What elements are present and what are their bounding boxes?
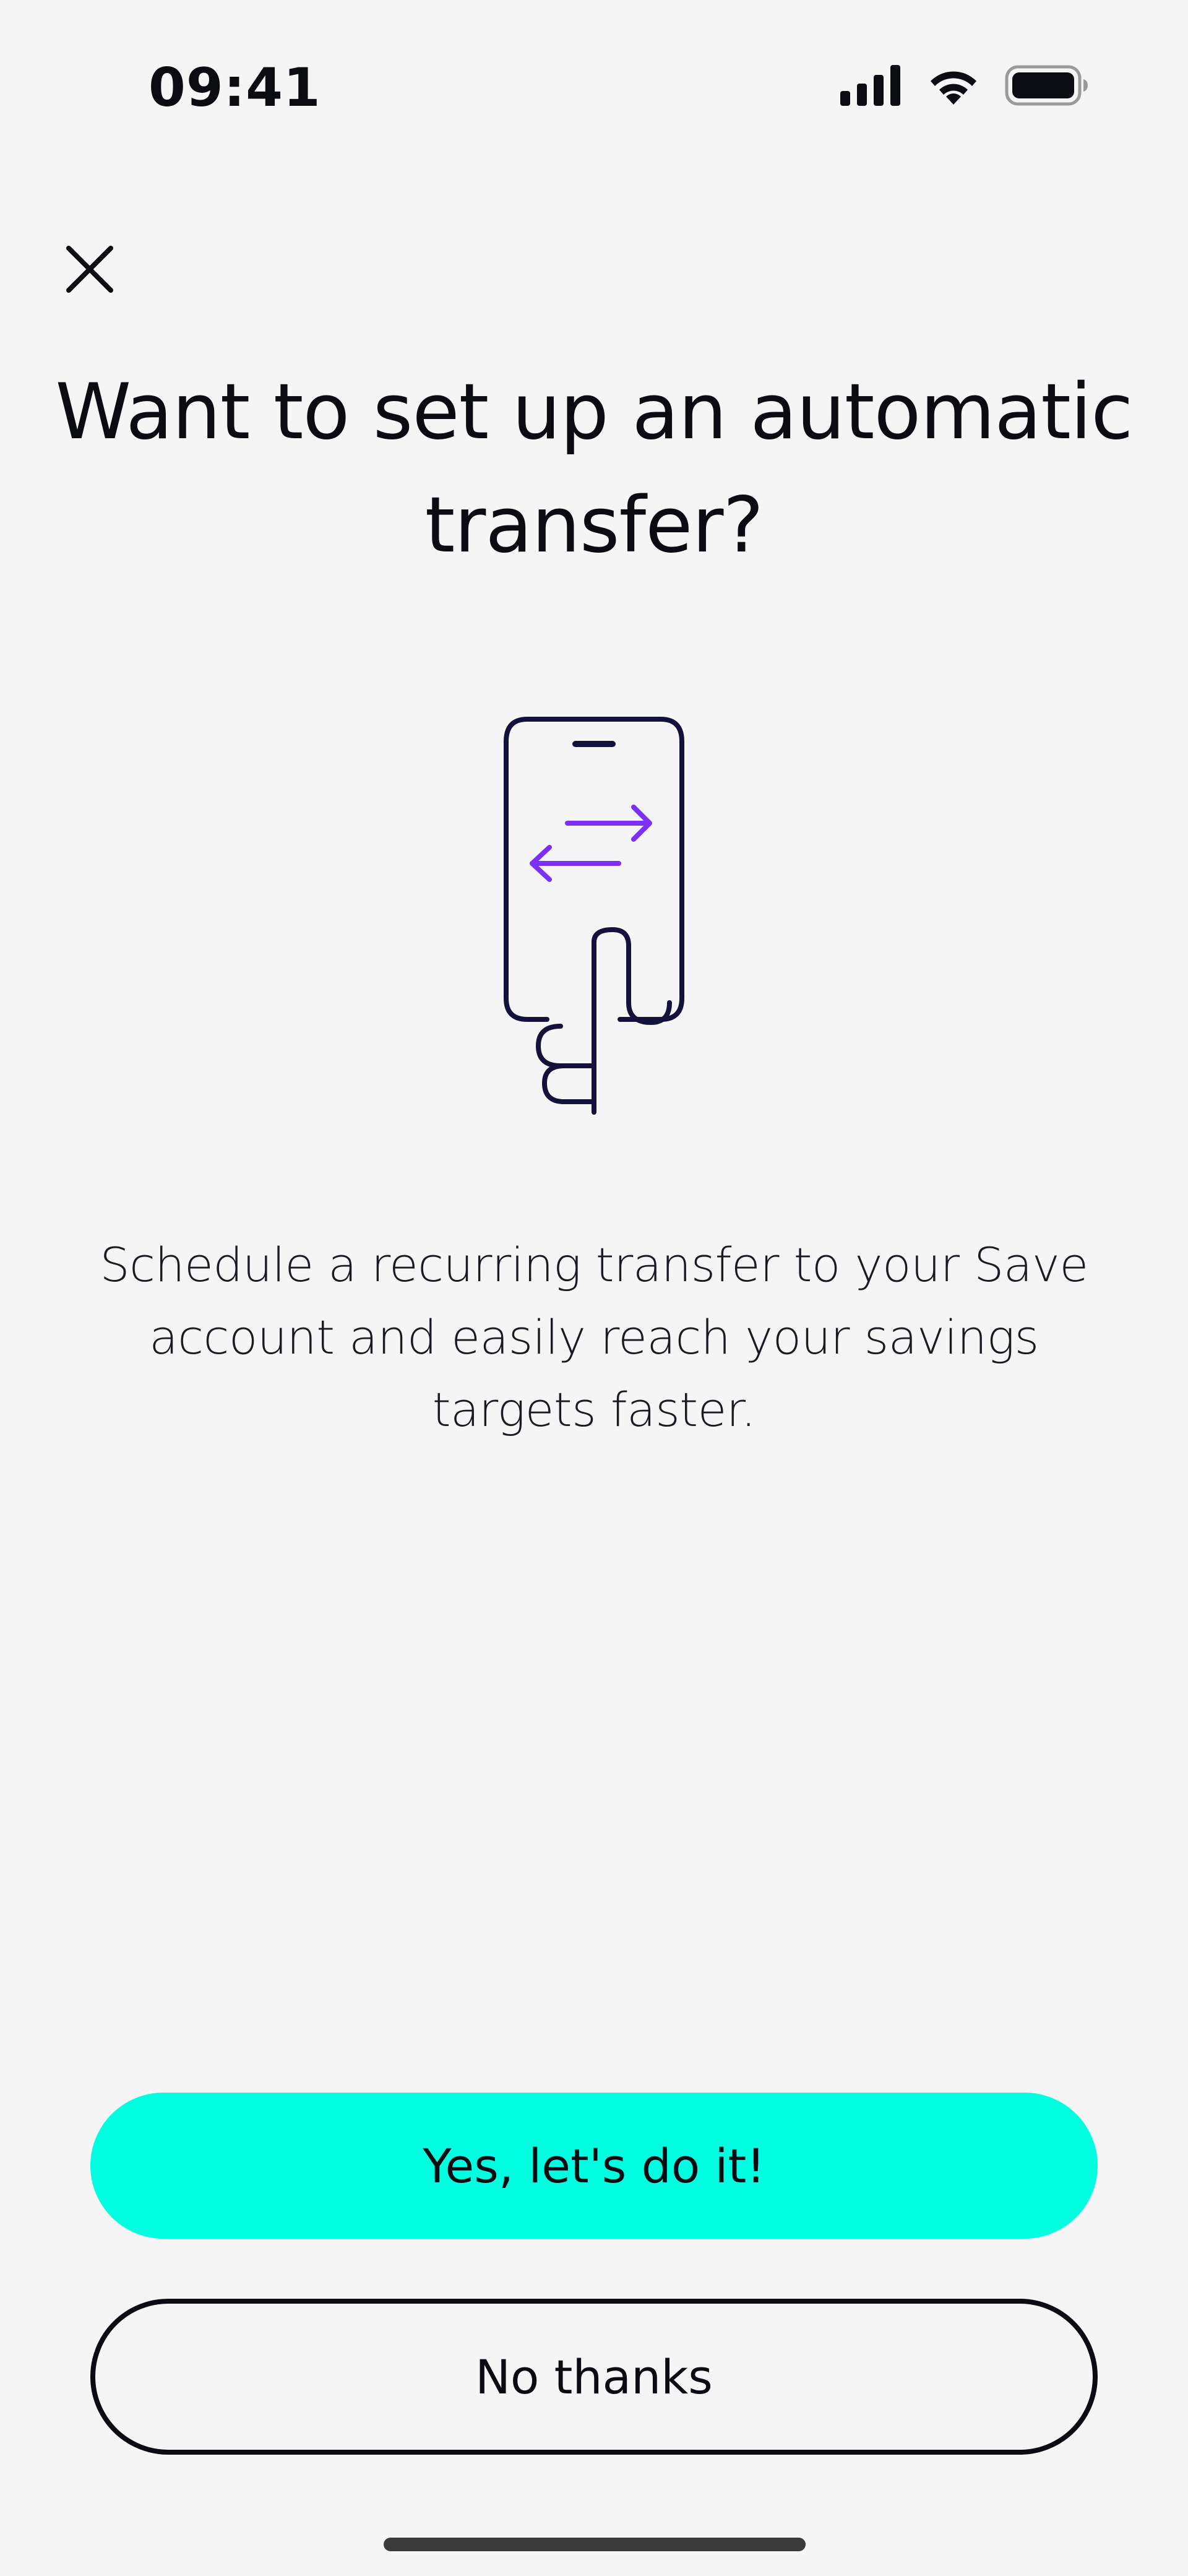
description-text: Schedule a recurring transfer to your Sa… [100, 1237, 1088, 1437]
confirm-button[interactable]: Yes, let's do it! [90, 2093, 1098, 2239]
transfer-illustration [495, 712, 693, 1120]
close-icon [66, 246, 113, 293]
phone-transfer-icon [504, 717, 684, 1115]
decline-button-label: No thanks [475, 2349, 713, 2405]
cellular-signal-icon [840, 65, 900, 106]
decline-button[interactable]: No thanks [90, 2299, 1098, 2455]
page-title: Want to set up an automatic transfer? [55, 368, 1134, 570]
close-button[interactable] [56, 235, 124, 303]
status-icons [840, 65, 1089, 106]
battery-icon [1005, 65, 1088, 106]
wifi-icon [931, 71, 976, 105]
confirm-button-label: Yes, let's do it! [423, 2138, 765, 2193]
home-indicator[interactable] [384, 2538, 806, 2551]
status-bar: 09:41 [0, 0, 1188, 173]
status-time: 09:41 [148, 57, 321, 119]
